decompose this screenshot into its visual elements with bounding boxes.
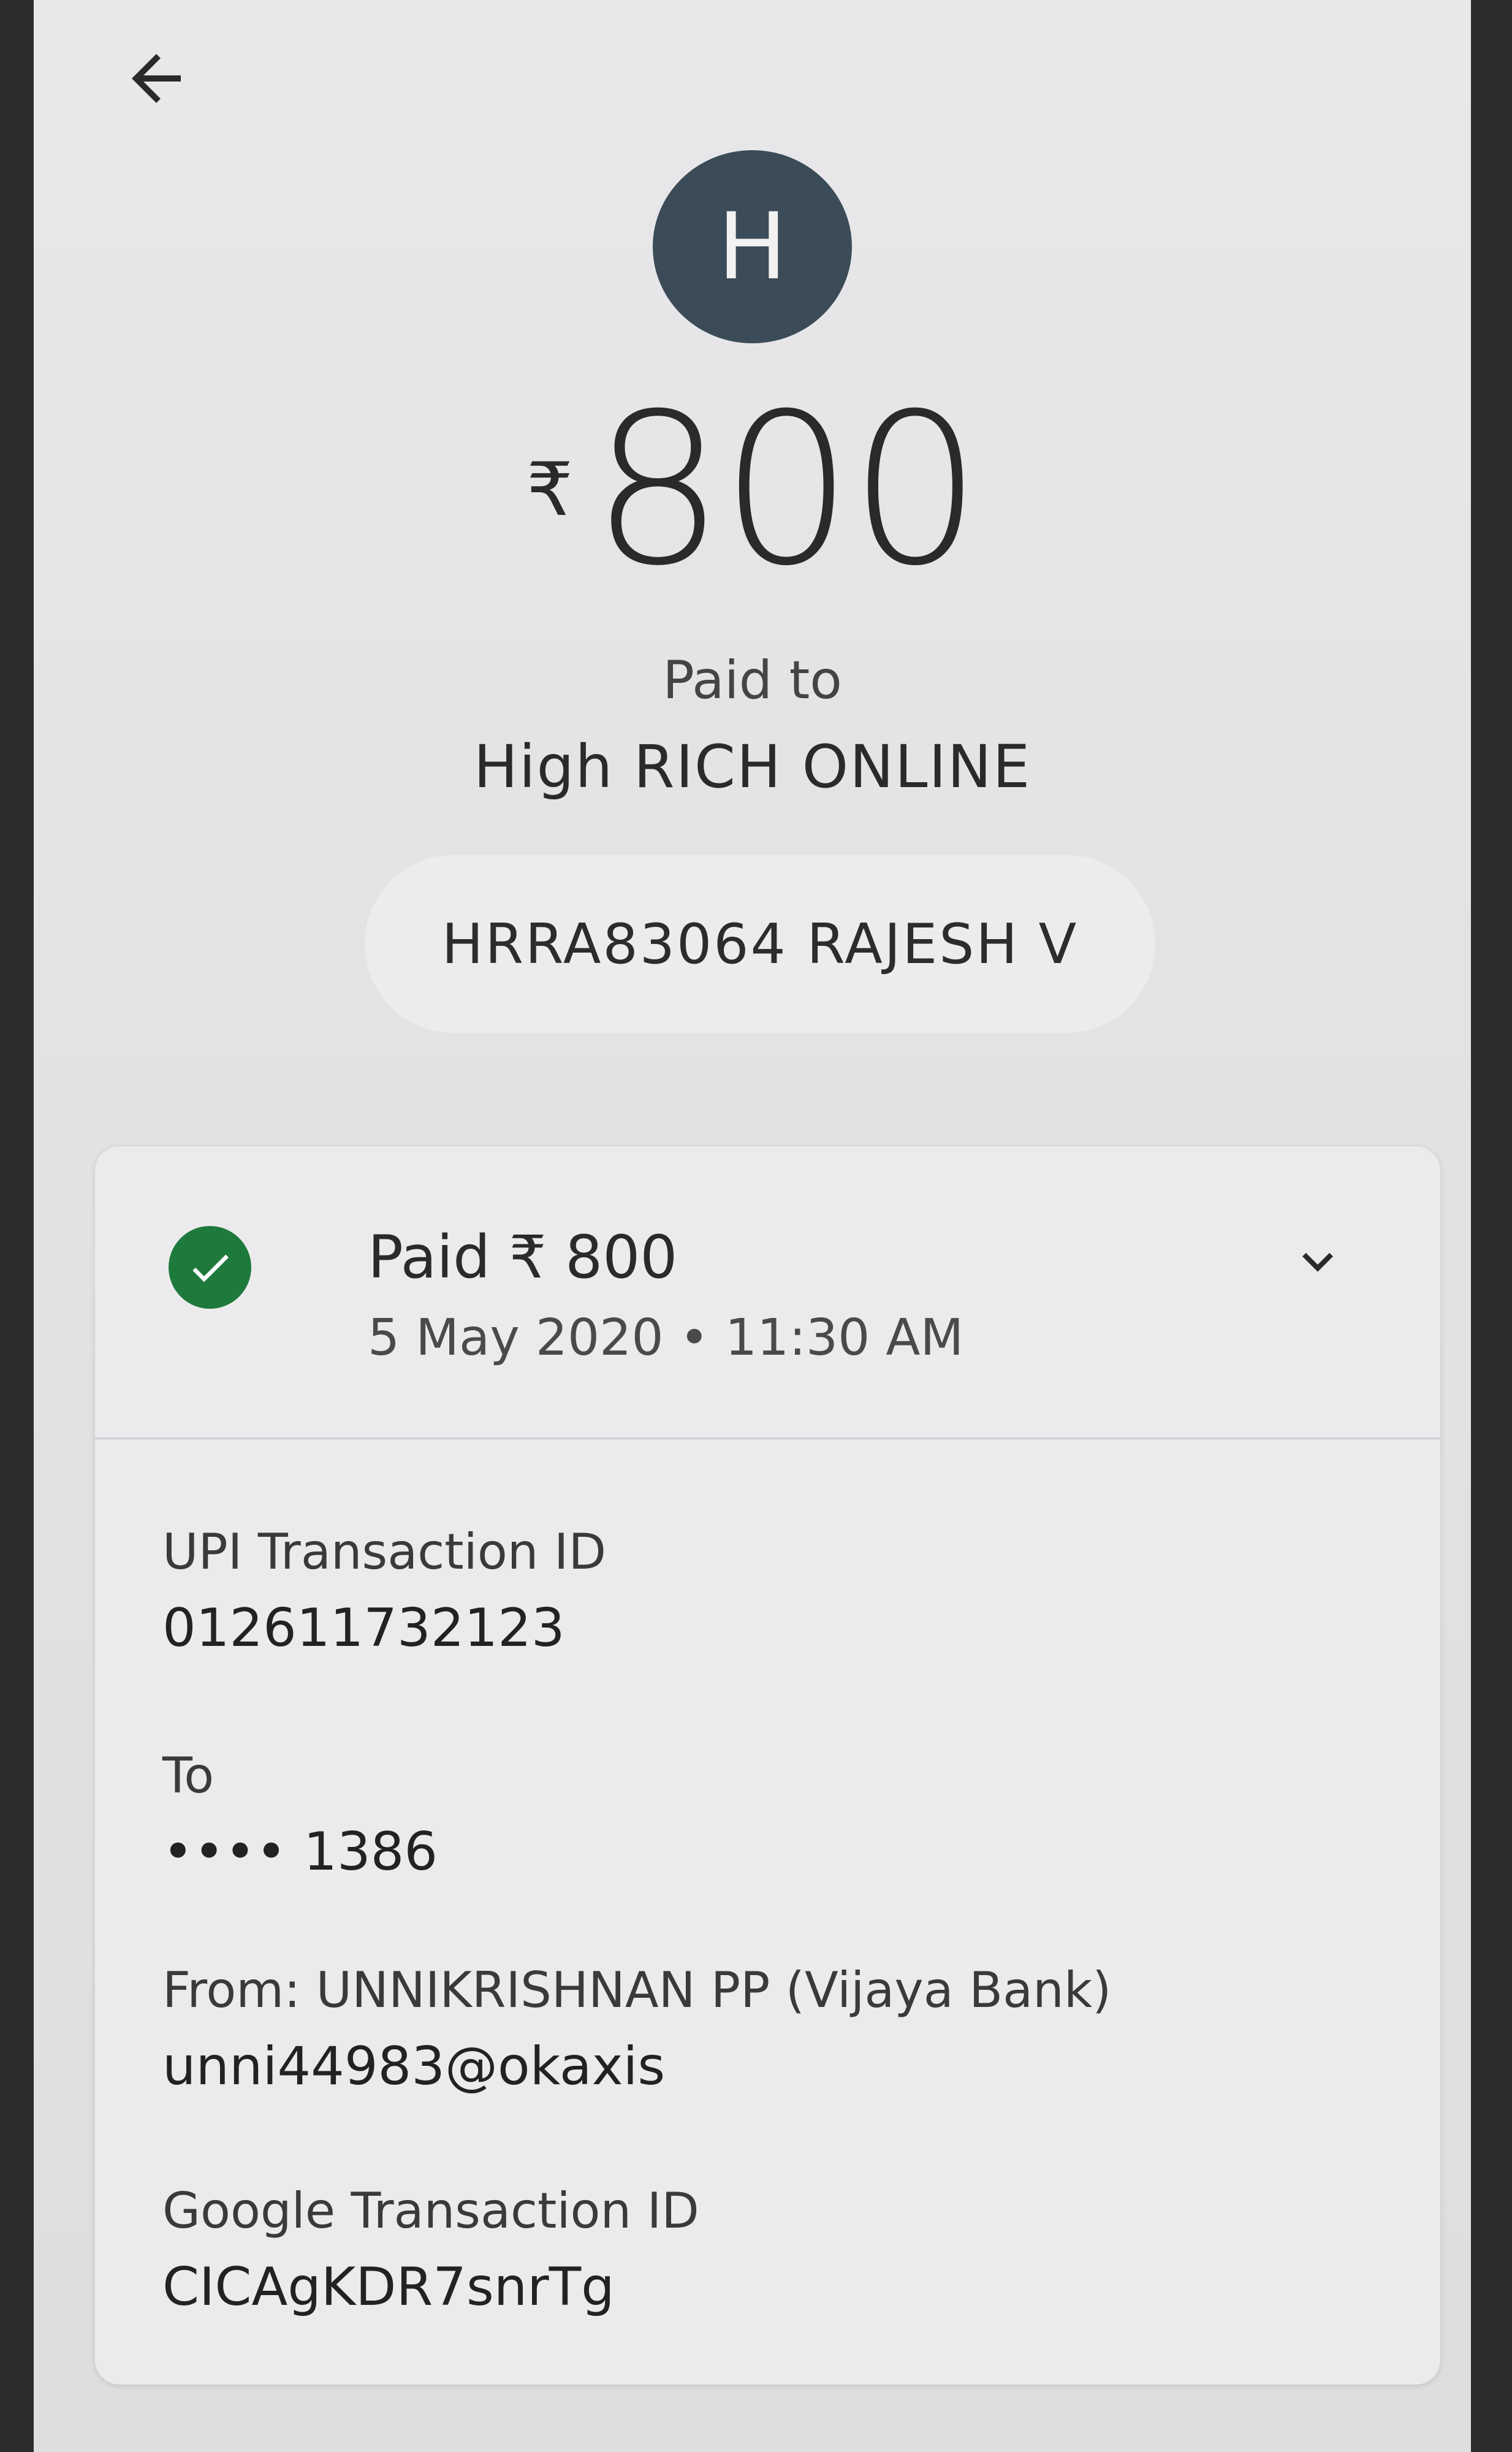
detail-google-transaction-id: Google Transaction ID CICAgKDR7snrTg	[162, 2182, 699, 2318]
transaction-datetime: 5 May 2020 • 11:30 AM	[368, 1309, 964, 1367]
arrow-left-icon	[120, 42, 193, 118]
status-title: Paid ₹ 800	[368, 1223, 678, 1292]
detail-label: Google Transaction ID	[162, 2182, 699, 2239]
back-button[interactable]	[113, 37, 199, 123]
detail-label: UPI Transaction ID	[162, 1523, 607, 1580]
paid-to-label: Paid to	[663, 650, 842, 711]
transaction-status-header[interactable]: Paid ₹ 800 5 May 2020 • 11:30 AM	[95, 1146, 1440, 1439]
currency-symbol: ₹	[526, 447, 574, 533]
avatar: H	[653, 150, 852, 343]
detail-value: •••• 1386	[162, 1821, 438, 1883]
amount-display: ₹ 800	[34, 369, 1471, 612]
detail-label: To	[162, 1747, 215, 1804]
detail-label: From: UNNIKRISHNAN PP (Vijaya Bank)	[162, 1962, 1112, 2019]
payee-name: High RICH ONLINE	[473, 733, 1031, 801]
detail-value: 012611732123	[162, 1597, 565, 1659]
payee-account-chip[interactable]: HRRA83064 RAJESH V	[365, 855, 1155, 1033]
amount-value: 800	[591, 369, 982, 612]
payment-receipt-screen: H ₹ 800 Paid to High RICH ONLINE HRRA830…	[34, 0, 1471, 2452]
detail-value: unni44983@okaxis	[162, 2036, 666, 2097]
detail-from: From: UNNIKRISHNAN PP (Vijaya Bank) unni…	[162, 1962, 1111, 2097]
payee-account-label: HRRA83064 RAJESH V	[441, 912, 1079, 977]
check-circle-icon	[169, 1226, 251, 1309]
detail-to: To •••• 1386	[162, 1747, 438, 1883]
transaction-card: Paid ₹ 800 5 May 2020 • 11:30 AM UPI Tra…	[95, 1146, 1440, 2385]
chevron-down-icon	[1287, 1231, 1348, 1295]
expand-button[interactable]	[1275, 1220, 1361, 1306]
detail-upi-transaction-id: UPI Transaction ID 012611732123	[162, 1523, 606, 1659]
avatar-letter: H	[718, 193, 787, 300]
detail-value: CICAgKDR7snrTg	[162, 2256, 615, 2318]
